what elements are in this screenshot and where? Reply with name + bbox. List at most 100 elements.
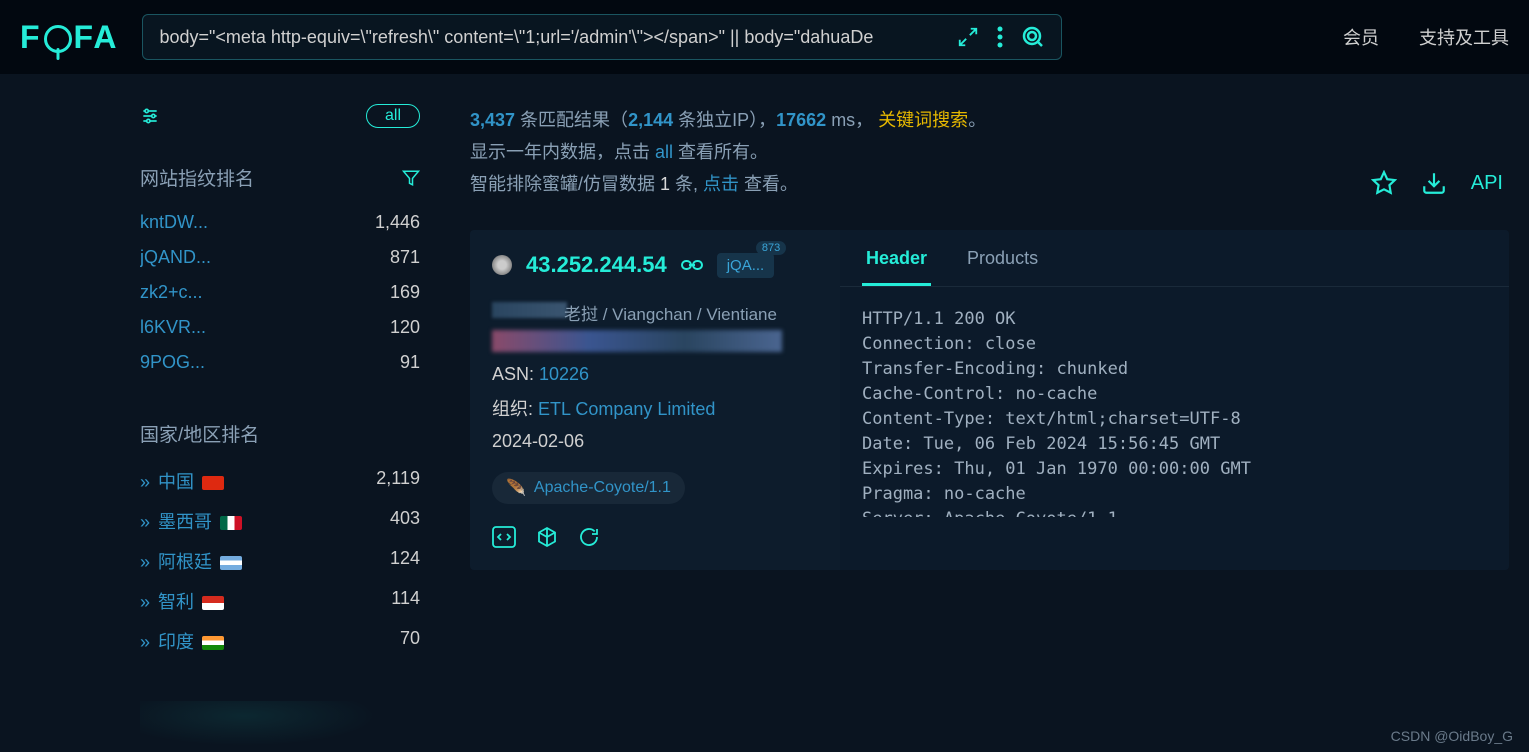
rank-count: 2,119 (376, 468, 420, 494)
logo-text: F (20, 19, 42, 56)
tab-header[interactable]: Header (862, 234, 931, 286)
ip-address[interactable]: 43.252.244.54 (526, 252, 667, 278)
tool-icons (492, 526, 818, 548)
rank-item[interactable]: »中国 2,119 (140, 461, 420, 501)
card-right: Header Products HTTP/1.1 200 OK Connecti… (840, 230, 1509, 570)
rank-item[interactable]: kntDW... 1,446 (140, 205, 420, 240)
all-button[interactable]: all (366, 104, 420, 128)
section-title: 网站指纹排名 (140, 164, 254, 191)
logo-o-icon (44, 25, 72, 53)
rank-name: jQAND... (140, 247, 211, 268)
globe-icon (492, 255, 512, 275)
chevron-icon: » (140, 592, 150, 612)
rank-count: 871 (390, 247, 420, 268)
org-row: 组织: ETL Company Limited (492, 395, 818, 421)
map-preview (140, 701, 400, 751)
chevron-icon: » (140, 472, 150, 492)
chevron-icon: » (140, 512, 150, 532)
rank-name: »智利 (140, 588, 224, 614)
rank-count: 403 (390, 508, 420, 534)
refresh-icon[interactable] (578, 526, 600, 548)
section-header: 网站指纹排名 (140, 164, 420, 191)
ip-row: 43.252.244.54 jQA... 873 (492, 252, 818, 278)
click-view-link[interactable]: 点击 (703, 174, 739, 194)
rank-count: 169 (390, 282, 420, 303)
download-icon[interactable] (1421, 170, 1447, 196)
rank-name: »印度 (140, 628, 224, 654)
tabs: Header Products (840, 234, 1509, 287)
country-section: 国家/地区排名 »中国 2,119 »墨西哥 403 »阿根廷124»智利114 »印度 7… (140, 420, 420, 661)
search-icon[interactable] (1021, 25, 1045, 49)
rank-name: 9POG... (140, 352, 205, 373)
rank-name: l6KVR... (140, 317, 206, 338)
rank-item[interactable]: »智利114 (140, 581, 420, 621)
settings-icon[interactable] (140, 106, 160, 126)
main: all 网站指纹排名 kntDW... 1,446 jQAND... 871 zk2+c… (0, 74, 1529, 751)
show-all-link[interactable]: all (655, 142, 673, 162)
flag-icon (202, 596, 224, 610)
chevron-icon: » (140, 632, 150, 652)
filter-icon[interactable] (402, 169, 420, 187)
feather-icon: 🪶 (506, 478, 526, 498)
rank-item[interactable]: zk2+c... 169 (140, 275, 420, 310)
sidebar: all 网站指纹排名 kntDW... 1,446 jQAND... 871 zk2+c… (140, 104, 420, 751)
asn-value[interactable]: 10226 (539, 364, 589, 384)
rank-name: »中国 (140, 468, 224, 494)
flag-icon (202, 476, 224, 490)
tab-products[interactable]: Products (963, 234, 1042, 286)
rank-name: kntDW... (140, 212, 208, 233)
nav-member[interactable]: 会员 (1343, 24, 1379, 50)
search-input[interactable] (159, 27, 943, 48)
logo-text: FA (74, 19, 119, 56)
fingerprint-tag[interactable]: jQA... 873 (717, 253, 775, 278)
rank-count: 120 (390, 317, 420, 338)
api-link[interactable]: API (1471, 172, 1503, 195)
nav-support[interactable]: 支持及工具 (1419, 24, 1509, 50)
card-left: 43.252.244.54 jQA... 873 老挝 / Viangchan … (470, 230, 840, 570)
nav-right: 会员 支持及工具 (1343, 24, 1509, 50)
asn-row: ASN: 10226 (492, 364, 818, 385)
result-card: 43.252.244.54 jQA... 873 老挝 / Viangchan … (470, 230, 1509, 570)
search-actions (957, 25, 1045, 49)
cube-icon[interactable] (536, 526, 558, 548)
search-box[interactable] (142, 14, 1062, 60)
chevron-icon: » (140, 552, 150, 572)
geo-text: 老挝 / Viangchan / Vientiane (564, 300, 777, 325)
star-icon[interactable] (1371, 170, 1397, 196)
code-icon[interactable] (492, 526, 516, 548)
server-tag[interactable]: 🪶 Apache-Coyote/1.1 (492, 472, 685, 504)
org-value[interactable]: ETL Company Limited (538, 399, 715, 419)
rank-item[interactable]: 9POG... 91 (140, 345, 420, 380)
date-row: 2024-02-06 (492, 431, 818, 452)
rank-count: 91 (400, 352, 420, 373)
link-icon[interactable] (681, 258, 703, 272)
rank-item[interactable]: »墨西哥 403 (140, 501, 420, 541)
unique-count: 2,144 (628, 110, 673, 130)
rank-item[interactable]: »印度 70 (140, 621, 420, 661)
top-actions: API (1371, 170, 1503, 196)
section-header: 国家/地区排名 (140, 420, 420, 447)
rank-count: 1,446 (375, 212, 420, 233)
flag-icon (220, 556, 242, 570)
rank-item[interactable]: »阿根廷124 (140, 541, 420, 581)
tag-count: 873 (756, 241, 786, 255)
stats-line: 3,437 条匹配结果（2,144 条独立IP），17662 ms， 关键词搜索… (470, 104, 1509, 200)
keyword-label: 关键词搜索 (878, 110, 968, 130)
rank-item[interactable]: jQAND... 871 (140, 240, 420, 275)
watermark: CSDN @OidBoy_G (1391, 728, 1513, 744)
rank-item[interactable]: l6KVR... 120 (140, 310, 420, 345)
content: 3,437 条匹配结果（2,144 条独立IP），17662 ms， 关键词搜索… (470, 104, 1509, 751)
logo[interactable]: F FA (20, 19, 118, 56)
rank-name: zk2+c... (140, 282, 203, 303)
more-icon[interactable] (997, 26, 1003, 48)
fingerprint-list: kntDW... 1,446 jQAND... 871 zk2+c... 169 l6KVR… (140, 205, 420, 380)
header-bar: F FA 会员 支持及工具 (0, 0, 1529, 74)
blurred-info: 老挝 / Viangchan / Vientiane (492, 302, 818, 356)
time-ms: 17662 (776, 110, 826, 130)
rank-name: »阿根廷 (140, 548, 242, 574)
rank-name: »墨西哥 (140, 508, 242, 534)
fingerprint-section: 网站指纹排名 kntDW... 1,446 jQAND... 871 zk2+c... 1… (140, 164, 420, 380)
flag-icon (220, 516, 242, 530)
rank-count: 70 (400, 628, 420, 654)
expand-icon[interactable] (957, 26, 979, 48)
